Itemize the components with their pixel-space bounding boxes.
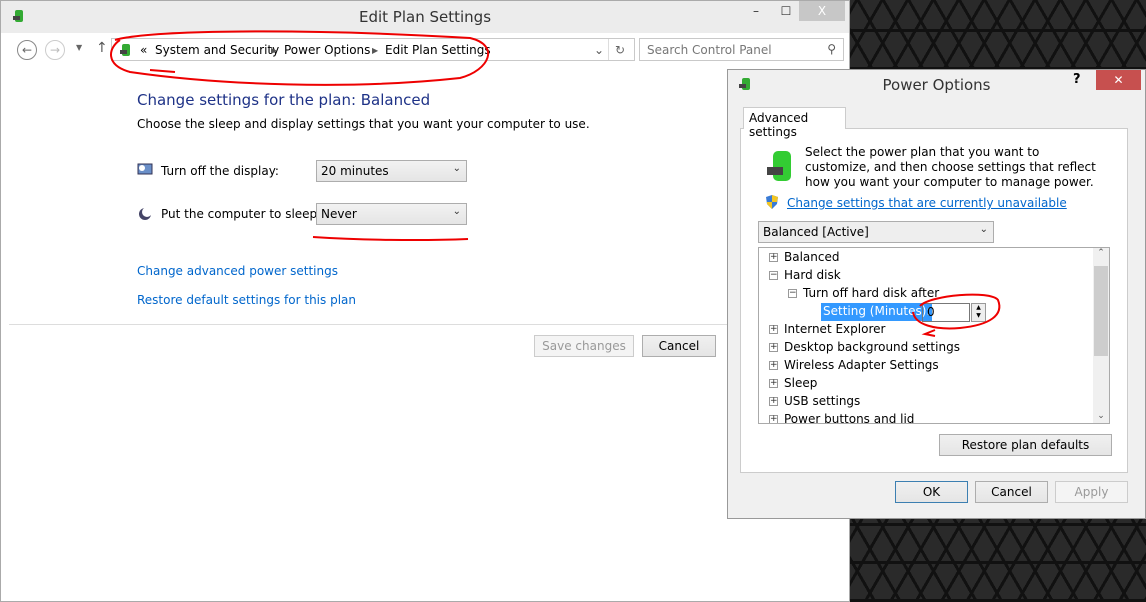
chevron-down-icon: ⌄ xyxy=(452,163,461,174)
tree-item-setting-minutes[interactable]: Setting (Minutes): xyxy=(821,303,933,321)
ok-button[interactable]: OK xyxy=(895,481,968,503)
page-title: Change settings for the plan: Balanced xyxy=(137,91,431,109)
minutes-spin-input[interactable]: 0 xyxy=(922,303,970,322)
search-placeholder: Search Control Panel xyxy=(647,43,772,57)
help-button[interactable]: ? xyxy=(1073,72,1081,87)
breadcrumb-system-and-security[interactable]: System and Security xyxy=(155,43,279,57)
save-changes-button[interactable]: Save changes xyxy=(534,335,634,357)
search-input[interactable]: Search Control Panel ⚲ xyxy=(639,38,844,61)
display-timeout-value: 20 minutes xyxy=(321,164,389,178)
cancel-button[interactable]: Cancel xyxy=(642,335,716,357)
display-icon xyxy=(137,163,153,175)
tree-item-power-buttons[interactable]: + Power buttons and lid xyxy=(769,412,914,424)
plan-select[interactable]: Balanced [Active] ⌄ xyxy=(758,221,994,243)
chevron-down-icon: ⌄ xyxy=(979,224,988,235)
divider xyxy=(9,324,841,325)
window-title: Edit Plan Settings xyxy=(358,8,492,26)
breadcrumb-separator-icon[interactable]: ▶ xyxy=(271,46,277,55)
close-button[interactable]: X xyxy=(799,1,845,21)
advanced-power-settings-link[interactable]: Change advanced power settings xyxy=(137,264,338,278)
address-bar[interactable]: « System and Security ▶ Power Options ▶ … xyxy=(111,38,635,61)
change-unavailable-settings-link[interactable]: Change settings that are currently unava… xyxy=(787,196,1067,210)
tab-advanced-settings[interactable]: Advanced settings xyxy=(743,107,846,139)
scroll-down-icon[interactable]: ⌄ xyxy=(1093,411,1109,421)
display-label: Turn off the display: xyxy=(161,164,279,178)
breadcrumb-power-options[interactable]: Power Options xyxy=(284,43,370,57)
scroll-up-icon[interactable]: ⌃ xyxy=(1093,248,1109,258)
tree-item-internet-explorer[interactable]: + Internet Explorer xyxy=(769,322,885,336)
address-dropdown-icon[interactable]: ⌄ xyxy=(594,43,604,57)
settings-tree: + Balanced − Hard disk − Turn off hard disk… xyxy=(758,247,1110,424)
sleep-timeout-value: Never xyxy=(321,207,357,221)
up-button[interactable]: ↑ xyxy=(96,40,108,56)
tree-item-hard-disk[interactable]: − Hard disk xyxy=(769,268,841,282)
tree-item-wireless-adapter[interactable]: + Wireless Adapter Settings xyxy=(769,358,939,372)
dialog-close-button[interactable]: ✕ xyxy=(1096,70,1141,90)
dialog-cancel-button[interactable]: Cancel xyxy=(975,481,1048,503)
breadcrumb-prefix[interactable]: « xyxy=(140,43,147,57)
expand-icon: + xyxy=(769,396,778,406)
sleep-icon xyxy=(139,207,152,220)
sleep-label: Put the computer to sleep: xyxy=(161,207,322,221)
page-subtitle: Choose the sleep and display settings th… xyxy=(137,117,590,131)
refresh-icon[interactable]: ↻ xyxy=(615,43,625,57)
expand-icon: + xyxy=(769,378,778,388)
collapse-icon[interactable]: − xyxy=(788,289,797,298)
control-panel-icon xyxy=(120,44,130,56)
dialog-title: Power Options xyxy=(882,76,991,94)
spin-buttons[interactable]: ▲ ▼ xyxy=(971,303,986,322)
collapse-icon[interactable]: − xyxy=(769,271,778,280)
recent-pages-dropdown[interactable]: ▼ xyxy=(76,43,82,52)
restore-plan-defaults-button[interactable]: Restore plan defaults xyxy=(939,434,1112,456)
battery-plug-icon xyxy=(767,151,791,181)
navigation-bar: ← → ▼ ↑ « System and Security ▶ Power Op… xyxy=(1,37,849,63)
tree-item-sleep[interactable]: + Sleep xyxy=(769,376,817,390)
tree-item-desktop-background[interactable]: + Desktop background settings xyxy=(769,340,960,354)
uac-shield-icon xyxy=(766,195,778,209)
tree-item-turn-off-hard-disk[interactable]: − Turn off hard disk after xyxy=(788,286,939,300)
restore-defaults-link[interactable]: Restore default settings for this plan xyxy=(137,293,356,307)
tree-item-balanced[interactable]: + Balanced xyxy=(769,250,839,264)
edit-plan-settings-window: Edit Plan Settings – ☐ X ← → ▼ ↑ « Syste… xyxy=(0,0,850,602)
scrollbar-thumb[interactable] xyxy=(1094,266,1108,356)
breadcrumb-edit-plan-settings[interactable]: Edit Plan Settings xyxy=(385,43,491,57)
power-options-dialog: Power Options ? ✕ Advanced settings Sele… xyxy=(727,69,1146,519)
back-button[interactable]: ← xyxy=(17,40,37,60)
apply-button[interactable]: Apply xyxy=(1055,481,1128,503)
tree-item-usb-settings[interactable]: + USB settings xyxy=(769,394,860,408)
breadcrumb-separator-icon[interactable]: ▶ xyxy=(372,46,378,55)
tree-scrollbar[interactable]: ⌃ ⌄ xyxy=(1093,248,1109,423)
expand-icon: + xyxy=(769,414,778,424)
maximize-button[interactable]: ☐ xyxy=(771,1,801,21)
plan-select-value: Balanced [Active] xyxy=(763,225,869,239)
expand-icon: + xyxy=(769,324,778,334)
dialog-description: Select the power plan that you want to c… xyxy=(805,145,1096,189)
minimize-button[interactable]: – xyxy=(741,1,771,21)
expand-icon[interactable]: + xyxy=(769,253,778,262)
expand-icon: + xyxy=(769,360,778,370)
search-icon[interactable]: ⚲ xyxy=(827,42,836,56)
chevron-down-icon: ⌄ xyxy=(452,206,461,217)
expand-icon: + xyxy=(769,342,778,352)
title-bar: Edit Plan Settings – ☐ X xyxy=(1,1,849,33)
sleep-timeout-select[interactable]: Never ⌄ xyxy=(316,203,467,225)
display-timeout-select[interactable]: 20 minutes ⌄ xyxy=(316,160,467,182)
forward-button[interactable]: → xyxy=(45,40,65,60)
